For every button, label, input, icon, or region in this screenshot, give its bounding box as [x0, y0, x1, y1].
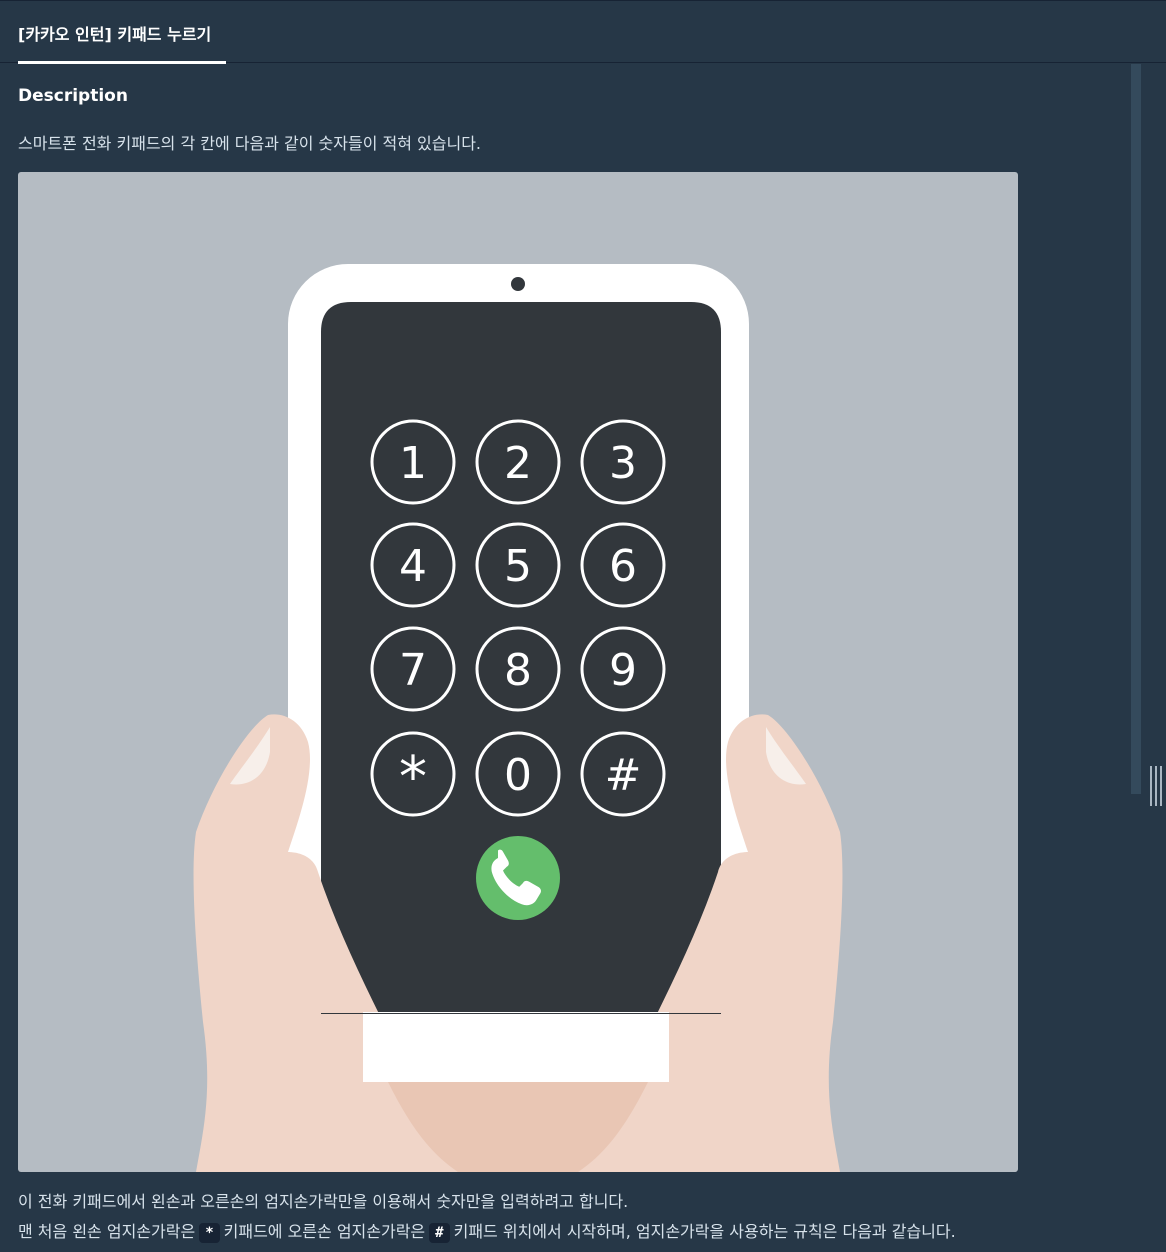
keypad-key-label: 1 [399, 438, 427, 489]
body-line-2: 맨 처음 왼손 엄지손가락은 * 키패드에 오른손 엄지손가락은 # 키패드 위치에서 … [18, 1218, 956, 1243]
top-bar: [카카오 인턴] 키패드 누르기 [0, 0, 1166, 64]
keypad-key-label: 7 [399, 645, 427, 696]
keypad-key-label: 4 [399, 541, 427, 592]
description-intro: 스마트폰 전화 키패드의 각 칸에 다음과 같이 숫자들이 적혀 있습니다. [18, 134, 482, 153]
inline-code-hash: # [429, 1223, 450, 1243]
body-line-2-part-3: 키패드 위치에서 시작하며, 엄지손가락을 사용하는 규칙은 다음과 같습니다. [453, 1222, 956, 1241]
keypad-key-label: 3 [609, 438, 637, 489]
phone-keypad-svg: 1 2 3 4 5 6 7 8 9 * 0 # [193, 264, 843, 1172]
panel-resize-handle[interactable] [1150, 766, 1164, 806]
body-line-2-part-1: 맨 처음 왼손 엄지손가락은 [18, 1222, 196, 1241]
keypad-key-label: 8 [504, 645, 532, 696]
keypad-key-label: 2 [504, 438, 532, 489]
inline-code-star: * [199, 1223, 220, 1243]
scrollbar[interactable] [1131, 64, 1141, 794]
tab-problem-title[interactable]: [카카오 인턴] 키패드 누르기 [18, 1, 211, 64]
camera-icon [511, 277, 525, 291]
description-heading: Description [18, 86, 128, 106]
body-line-2-part-2: 키패드에 오른손 엄지손가락은 [223, 1222, 426, 1241]
call-button[interactable] [476, 836, 560, 920]
keypad-key-label: 5 [504, 541, 532, 592]
keypad-key-label: 0 [504, 750, 532, 801]
keypad-key-label: * [399, 745, 427, 810]
keypad-key-label: 9 [609, 645, 637, 696]
keypad-illustration: 1 2 3 4 5 6 7 8 9 * 0 # [18, 172, 1018, 1172]
body-line-1: 이 전화 키패드에서 왼손과 오른손의 엄지손가락만을 이용해서 숫자만을 입력… [18, 1192, 629, 1211]
problem-description-panel: Description 스마트폰 전화 키패드의 각 칸에 다음과 같이 숫자들… [0, 64, 1130, 1252]
keypad-key-label: # [605, 750, 642, 801]
keypad-key-label: 6 [609, 541, 637, 592]
